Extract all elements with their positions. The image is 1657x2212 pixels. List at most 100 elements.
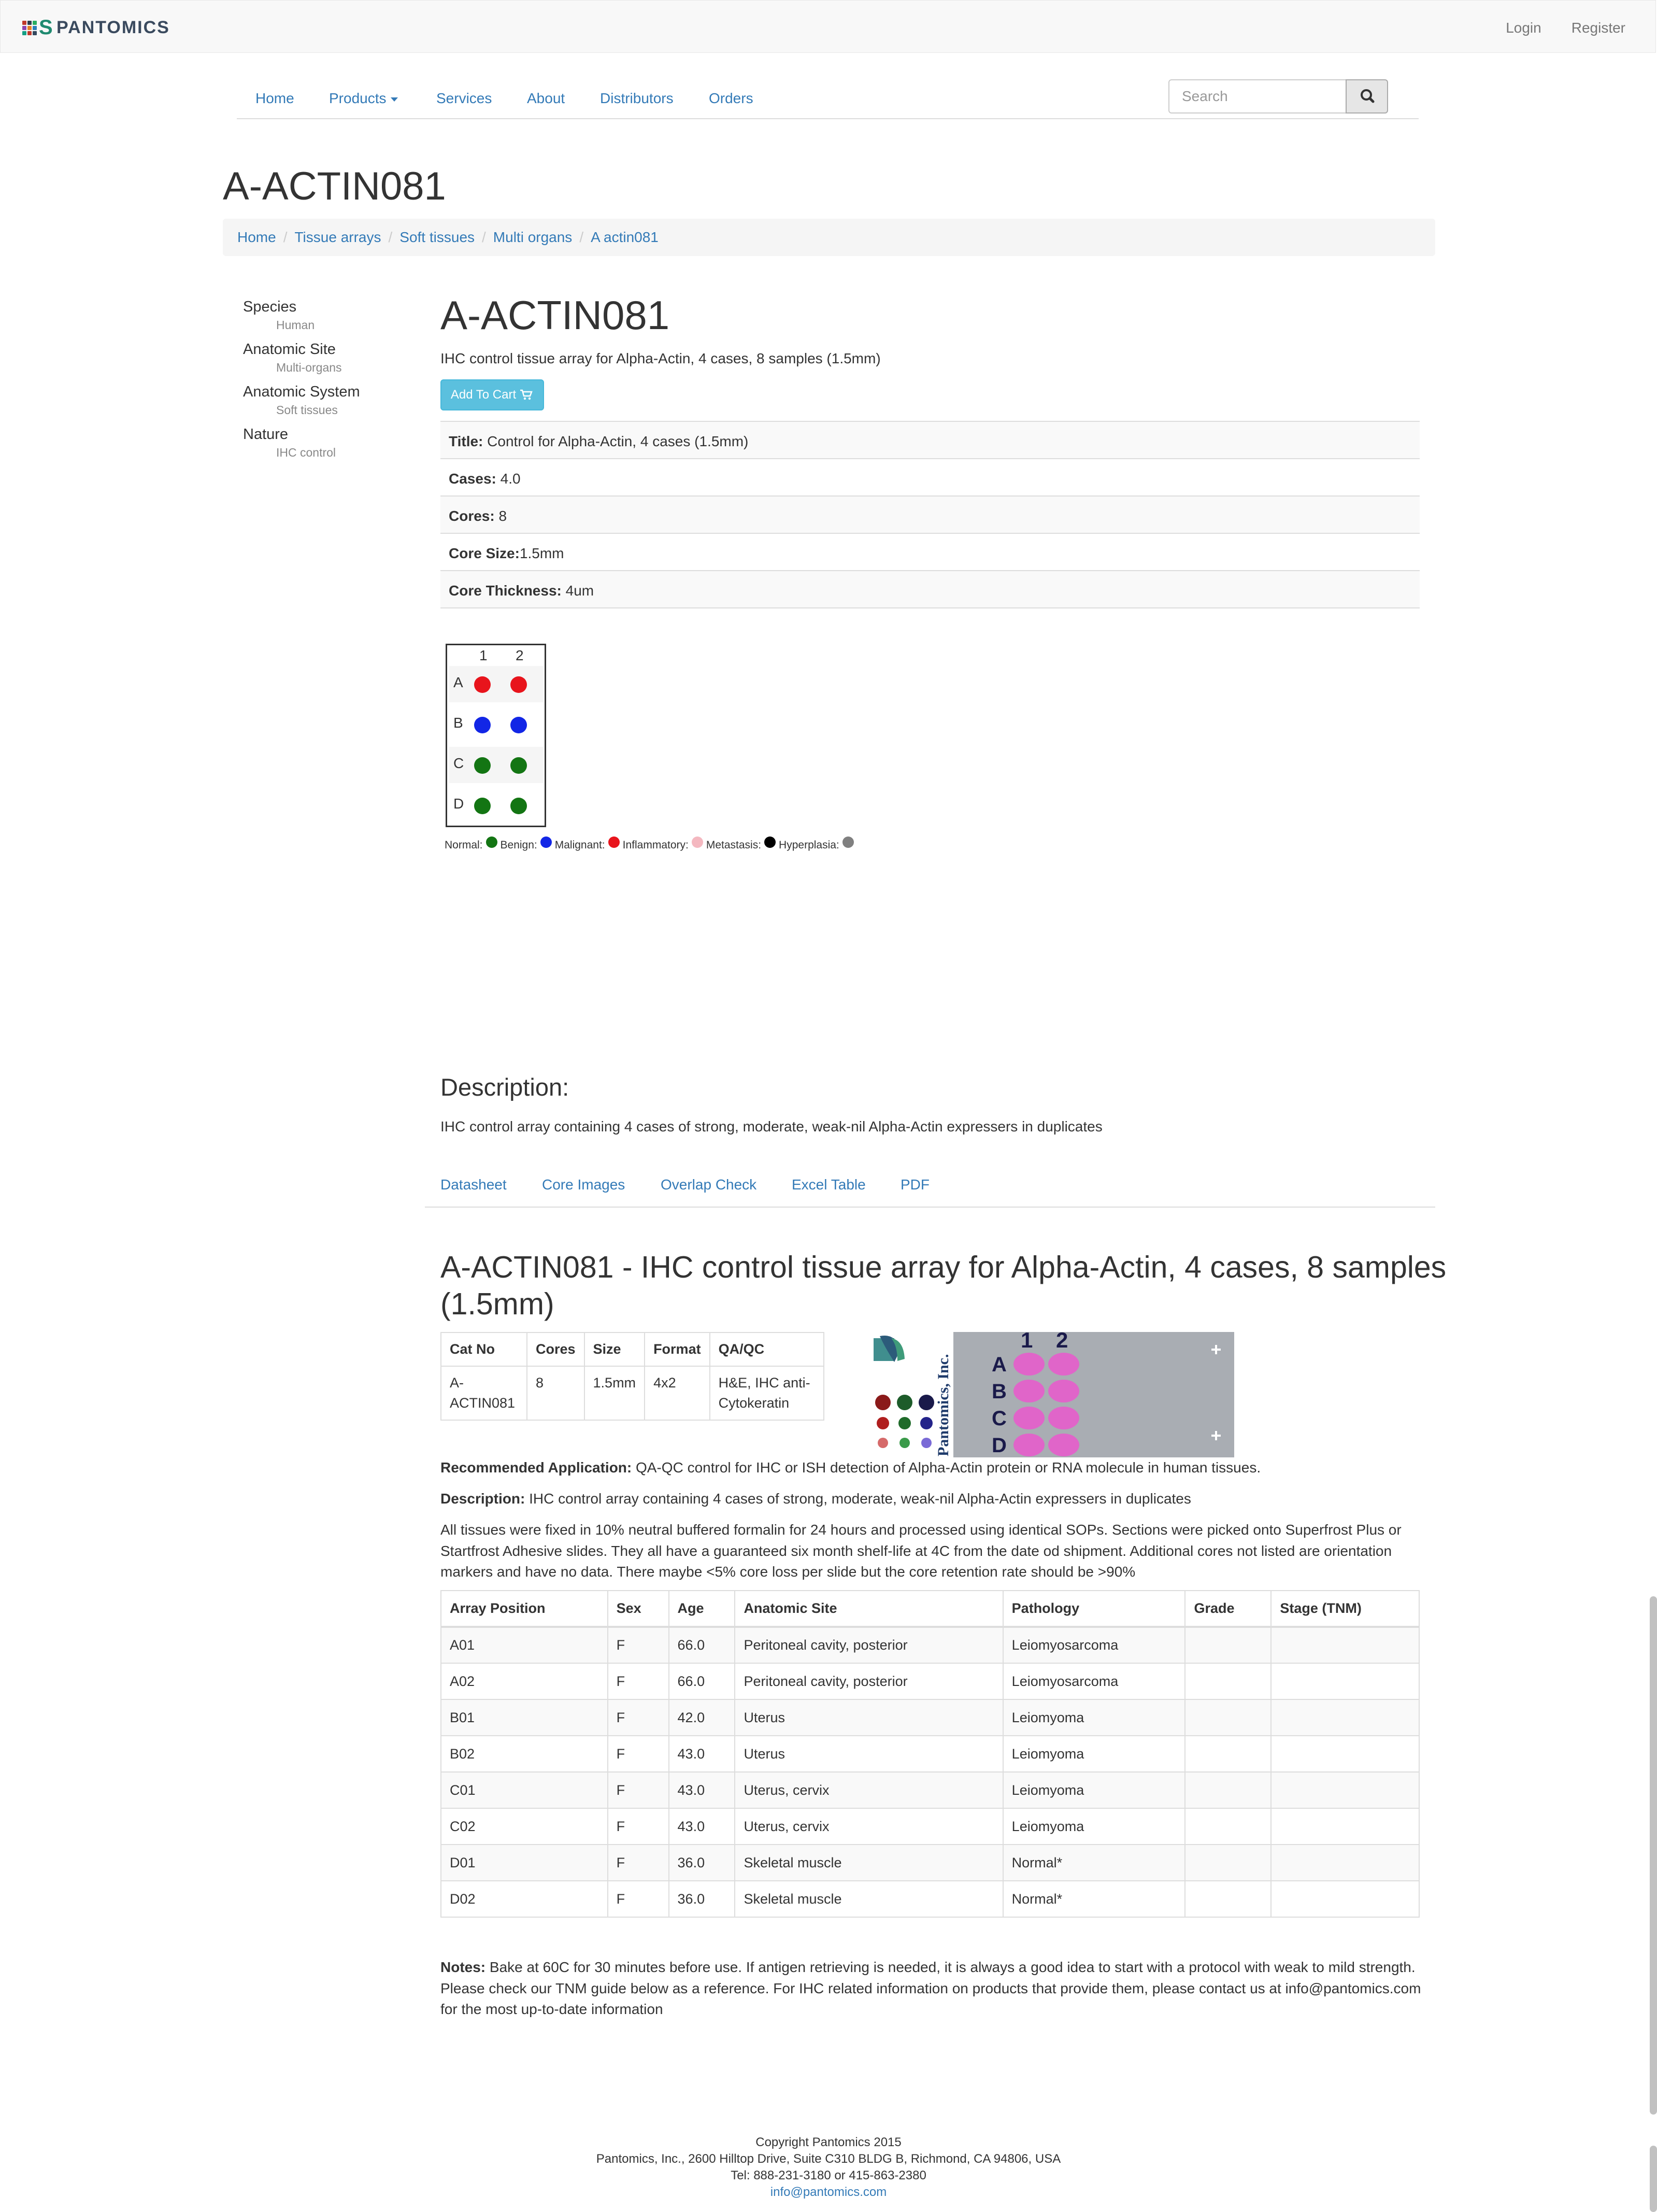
breadcrumb-current[interactable]: A actin081 [591,229,659,245]
table-cell [1270,1880,1420,1918]
breadcrumb: Home / Tissue arrays / Soft tissues / Multi or… [223,219,1435,256]
core-dot[interactable] [474,798,491,814]
attribute-sidebar: Species Human Anatomic Site Multi-organs… [243,296,398,466]
sidebar-value-nature[interactable]: IHC control [276,445,398,460]
breadcrumb-separator: / [579,229,584,245]
table-cell [1184,1626,1272,1664]
core-dot[interactable] [474,676,491,693]
nav-distributors[interactable]: Distributors [600,88,674,109]
tab-core-images[interactable]: Core Images [542,1174,625,1195]
legend-label: Inflammatory: [622,839,689,851]
property-core-size: Core Size:1.5mm [440,534,1420,571]
brand-logo[interactable]: S PANTOMICS [22,16,170,39]
table-cell: F [607,1663,669,1700]
tab-datasheet[interactable]: Datasheet [440,1174,507,1195]
sidebar-value-species[interactable]: Human [276,317,398,333]
property-label: Title: [449,433,483,449]
table-cell [1184,1699,1272,1736]
slide-col-label: 1 [1021,1332,1033,1352]
nav-services[interactable]: Services [436,88,492,109]
table-cell [1270,1844,1420,1881]
table-cell: Leiomyosarcoma [1002,1663,1186,1700]
table-cell [1270,1808,1420,1845]
nav-about[interactable]: About [527,88,565,109]
tab-pdf[interactable]: PDF [901,1174,930,1195]
footer-email-link[interactable]: info@pantomics.com [0,2184,1657,2201]
description-text: IHC control array containing 4 cases of … [440,1118,1103,1135]
breadcrumb-separator: / [283,229,288,245]
table-cell: 66.0 [668,1626,736,1664]
table-cell: F [607,1735,669,1773]
core-dot[interactable] [474,757,491,774]
table-cell [1270,1626,1420,1664]
tab-excel-table[interactable]: Excel Table [792,1174,866,1195]
sidebar-key-anatomic-system: Anatomic System [243,384,360,400]
add-to-cart-label: Add To Cart [450,387,517,402]
table-row: B01 F 42.0 Uterus Leiomyoma [440,1699,1420,1736]
breadcrumb-tissue-arrays[interactable]: Tissue arrays [294,229,381,245]
table-cell: Leiomyoma [1002,1735,1186,1773]
scrollbar-thumb[interactable] [1650,1596,1657,2115]
legend-swatch-icon [842,836,854,848]
breadcrumb-home[interactable]: Home [237,229,276,245]
table-row: C01 F 43.0 Uterus, cervix Leiomyoma [440,1771,1420,1809]
slide-row-label: D [992,1434,1007,1457]
legend-label: Metastasis: [706,839,762,851]
nav-products-label: Products [329,90,387,106]
legend-label: Hyperplasia: [779,839,839,851]
table-cell: Peritoneal cavity, posterior [734,1626,1004,1664]
table-cell: 43.0 [668,1808,736,1845]
legend-swatch-icon [764,836,776,848]
legend-swatch-icon [485,836,497,848]
nav-home[interactable]: Home [255,88,294,109]
sidebar-value-anatomic-system[interactable]: Soft tissues [276,402,398,418]
table-cell: A02 [440,1663,608,1700]
breadcrumb-separator: / [388,229,393,245]
table-row: B02 F 43.0 Uterus Leiomyoma [440,1735,1420,1773]
property-title: Title: Control for Alpha-Actin, 4 cases … [440,422,1420,459]
table-cell [1184,1844,1272,1881]
nav-orders[interactable]: Orders [709,88,753,109]
add-to-cart-button[interactable]: Add To Cart [440,379,544,410]
slide-row-label: B [992,1380,1007,1403]
property-value: 4.0 [496,471,521,487]
datasheet-description: Description: IHC control array containin… [440,1488,1423,1510]
core-dot[interactable] [510,717,527,733]
table-row: A-ACTIN081 8 1.5mm 4x2 H&E, IHC anti-Cyt… [440,1366,824,1421]
core-layout-map: 1 2 A B C D [446,644,546,827]
register-link[interactable]: Register [1572,18,1625,38]
footer-copyright: Copyright Pantomics 2015 [755,2135,902,2149]
column-header: Stage (TNM) [1270,1590,1420,1628]
property-label: Core Size: [449,545,520,561]
sidebar-value-anatomic-site[interactable]: Multi-organs [276,360,398,375]
core-dot[interactable] [510,676,527,693]
nav-products[interactable]: Products [329,88,398,109]
core-dot[interactable] [510,798,527,814]
sidebar-key-nature: Nature [243,426,289,443]
legend-label: Normal: [445,839,483,851]
table-cell: H&E, IHC anti-Cytokeratin [709,1366,824,1421]
recommended-application: Recommended Application: QA-QC control f… [440,1457,1423,1479]
property-label: Cases: [449,471,496,487]
caret-down-icon [390,97,398,102]
breadcrumb-soft-tissues[interactable]: Soft tissues [399,229,475,245]
core-dot[interactable] [510,757,527,774]
search-button[interactable] [1346,79,1388,114]
scrollbar-thumb-lower[interactable] [1650,2146,1657,2212]
table-cell: B02 [440,1735,608,1773]
table-row: D02 F 36.0 Skeletal muscle Normal* [440,1880,1420,1918]
breadcrumb-multi-organs[interactable]: Multi organs [493,229,573,245]
tab-overlap-check[interactable]: Overlap Check [661,1174,756,1195]
column-header: Grade [1184,1590,1272,1628]
slide-image: Pantomics, Inc. 1 2 A B C D [864,1332,1234,1457]
search-input[interactable] [1181,80,1338,112]
login-link[interactable]: Login [1506,18,1541,38]
table-cell: A-ACTIN081 [440,1366,527,1421]
map-row-stripe [449,666,544,702]
column-header: Size [583,1331,646,1367]
column-header: Pathology [1002,1590,1186,1628]
core-dot[interactable] [474,717,491,733]
product-subtitle: IHC control tissue array for Alpha-Actin… [440,350,881,366]
legend-swatch-icon [608,836,620,848]
logo-grid-icon: S [22,17,54,38]
